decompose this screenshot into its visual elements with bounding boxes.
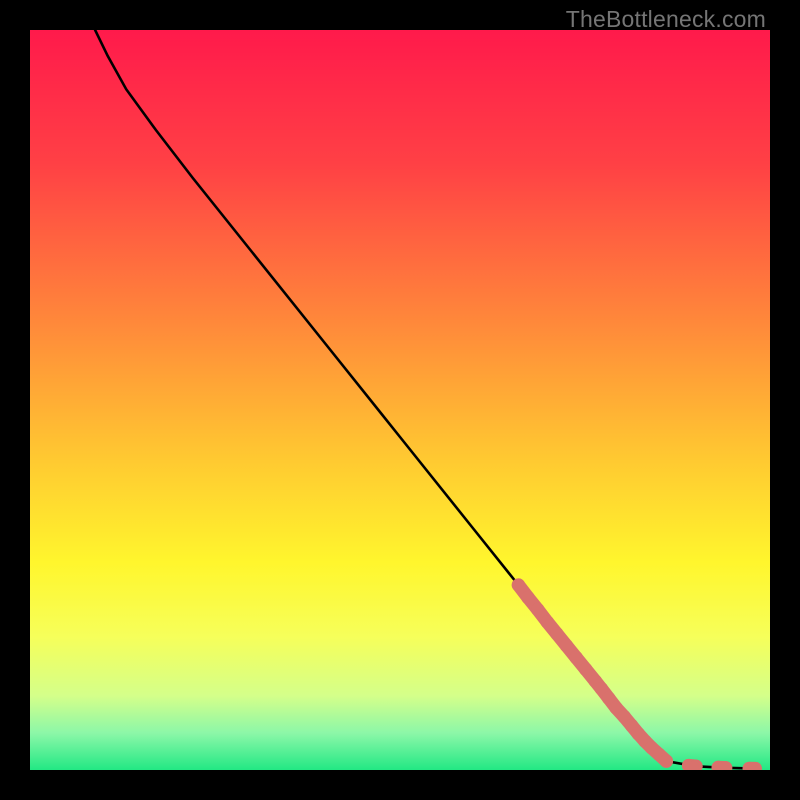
chart-frame: TheBottleneck.com [0, 0, 800, 800]
plot-area [30, 30, 770, 770]
curve-layer [30, 30, 770, 770]
highlight-dot [660, 754, 673, 767]
watermark-text: TheBottleneck.com [566, 6, 766, 33]
bottleneck-curve-path [95, 30, 755, 769]
highlight-dots [512, 578, 762, 770]
